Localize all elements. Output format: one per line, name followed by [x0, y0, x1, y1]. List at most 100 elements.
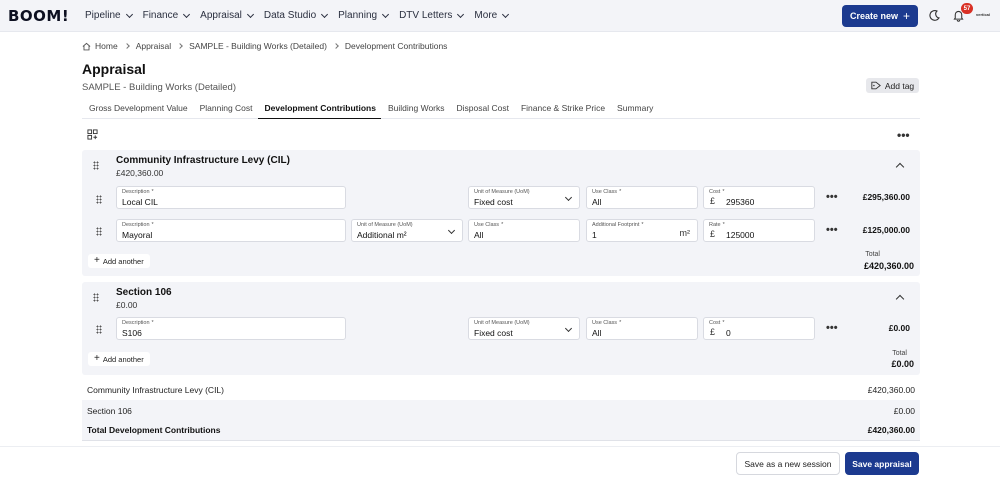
drag-handle-icon[interactable]	[96, 195, 102, 204]
chevron-down-icon	[382, 10, 390, 18]
field-label: Cost *	[709, 320, 725, 326]
chevron-down-icon	[457, 10, 465, 18]
nav-label: Appraisal	[200, 10, 242, 21]
breadcrumb-project[interactable]: SAMPLE - Building Works (Detailed)	[189, 41, 327, 51]
uom-value: Fixed cost	[474, 328, 513, 338]
page-title: Appraisal	[82, 61, 146, 77]
tab-planning-cost[interactable]: Planning Cost	[193, 102, 258, 119]
nav-label: Finance	[142, 10, 179, 21]
tab-finance-strike-price[interactable]: Finance & Strike Price	[514, 102, 610, 119]
add-section-icon[interactable]	[87, 129, 98, 140]
nav-dtv-letters[interactable]: DTV Letters	[399, 10, 465, 21]
chevron-up-icon[interactable]	[895, 162, 905, 172]
drag-handle-icon[interactable]	[96, 227, 102, 236]
tab-disposal-cost[interactable]: Disposal Cost	[450, 102, 514, 119]
field-label: Cost *	[709, 189, 725, 195]
description-field[interactable]: Description * Local CIL	[116, 186, 346, 209]
summary-label: Section 106	[87, 405, 132, 416]
description-value: Mayoral	[122, 230, 153, 240]
uom-select[interactable]: Unit of Measure (UoM) Additional m²	[351, 219, 463, 242]
summary-value: £0.00	[893, 405, 915, 416]
add-another-label: Add another	[102, 256, 144, 266]
add-another-button[interactable]: + Add another	[88, 254, 150, 268]
chevron-right-icon	[177, 43, 183, 49]
top-nav: BOOM! Pipeline Finance Appraisal Data St…	[0, 0, 1000, 32]
chevron-down-icon	[564, 324, 573, 333]
footer-divider	[0, 446, 1000, 447]
chevron-down-icon	[125, 10, 133, 18]
cil-amount: £420,360.00	[116, 168, 164, 178]
field-label: Use Class *	[592, 189, 622, 195]
nav-pipeline[interactable]: Pipeline	[85, 10, 133, 21]
unit-suffix: m²	[679, 228, 691, 238]
currency-prefix: £	[710, 327, 716, 337]
tab-gross-development-value[interactable]: Gross Development Value	[82, 102, 193, 119]
rate-field[interactable]: Rate * £ 125000	[703, 219, 815, 242]
add-tag-label: Add tag	[884, 80, 915, 91]
uom-value: Fixed cost	[474, 197, 513, 207]
uom-select[interactable]: Unit of Measure (UoM) Fixed cost	[468, 186, 580, 209]
use-class-field[interactable]: Use Class * All	[586, 186, 698, 209]
breadcrumb-home[interactable]: Home	[95, 41, 118, 51]
breadcrumb-appraisal[interactable]: Appraisal	[136, 41, 171, 51]
drag-handle-icon[interactable]	[96, 325, 102, 334]
nav-more[interactable]: More	[474, 10, 510, 21]
plus-icon: +	[94, 353, 100, 364]
home-icon[interactable]	[82, 42, 91, 51]
row-total: £295,360.00	[862, 192, 910, 202]
nav-planning[interactable]: Planning	[338, 10, 390, 21]
cost-field[interactable]: Cost * £ 295360	[703, 186, 815, 209]
nav-data-studio[interactable]: Data Studio	[264, 10, 329, 21]
page-subtitle: SAMPLE - Building Works (Detailed)	[82, 82, 236, 93]
summary-label: Total Development Contributions	[87, 425, 221, 435]
additional-footprint-field[interactable]: Additional Footprint * 1 m²	[586, 219, 698, 242]
nav-appraisal[interactable]: Appraisal	[200, 10, 254, 21]
tab-summary[interactable]: Summary	[610, 102, 658, 119]
chevron-down-icon	[447, 226, 456, 235]
cost-value: 0	[726, 328, 731, 338]
summary-row-total: Total Development Contributions £420,360…	[82, 420, 920, 441]
main-menu: Pipeline Finance Appraisal Data Studio P…	[85, 10, 519, 21]
cost-value: 295360	[726, 197, 755, 207]
avatar[interactable]: vertical	[976, 12, 990, 17]
description-field[interactable]: Description * S106	[116, 317, 346, 340]
description-field[interactable]: Description * Mayoral	[116, 219, 346, 242]
more-options-icon[interactable]: •••	[897, 128, 910, 142]
use-class-field[interactable]: Use Class * All	[586, 317, 698, 340]
use-class-value: All	[592, 197, 602, 207]
add-tag-button[interactable]: Add tag	[866, 78, 919, 93]
cost-field[interactable]: Cost * £ 0	[703, 317, 815, 340]
field-label: Description *	[122, 189, 154, 195]
dark-mode-icon[interactable]	[928, 9, 941, 22]
field-label: Description *	[122, 222, 154, 228]
app-logo[interactable]: BOOM!	[8, 7, 69, 25]
plus-icon: +	[94, 255, 100, 266]
save-appraisal-button[interactable]: Save appraisal	[845, 452, 919, 475]
description-value: S106	[122, 328, 142, 338]
field-label: Use Class *	[592, 320, 622, 326]
tab-development-contributions[interactable]: Development Contributions	[257, 102, 381, 119]
create-new-button[interactable]: Create new +	[842, 5, 918, 27]
field-label: Unit of Measure (UoM)	[474, 320, 530, 326]
cil-section: Community Infrastructure Levy (CIL) £420…	[82, 150, 920, 276]
chevron-up-icon[interactable]	[895, 294, 905, 304]
uom-select[interactable]: Unit of Measure (UoM) Fixed cost	[468, 317, 580, 340]
use-class-field[interactable]: Use Class * All	[468, 219, 580, 242]
field-label: Rate *	[709, 222, 725, 228]
drag-handle-icon[interactable]	[93, 161, 99, 170]
tab-building-works[interactable]: Building Works	[381, 102, 450, 119]
field-label: Unit of Measure (UoM)	[357, 222, 413, 228]
row-total: £0.00	[888, 323, 910, 333]
uom-value: Additional m²	[357, 230, 407, 240]
s106-title: Section 106	[116, 287, 172, 298]
footprint-value: 1	[592, 230, 597, 240]
drag-handle-icon[interactable]	[93, 293, 99, 302]
summary-value: £420,360.00	[867, 384, 915, 395]
s106-amount: £0.00	[116, 300, 138, 310]
nav-finance[interactable]: Finance	[142, 10, 191, 21]
plus-icon: +	[903, 9, 911, 23]
save-as-new-session-button[interactable]: Save as a new session	[736, 452, 840, 475]
rate-value: 125000	[726, 230, 755, 240]
chevron-down-icon	[321, 10, 329, 18]
add-another-button[interactable]: + Add another	[88, 352, 150, 366]
